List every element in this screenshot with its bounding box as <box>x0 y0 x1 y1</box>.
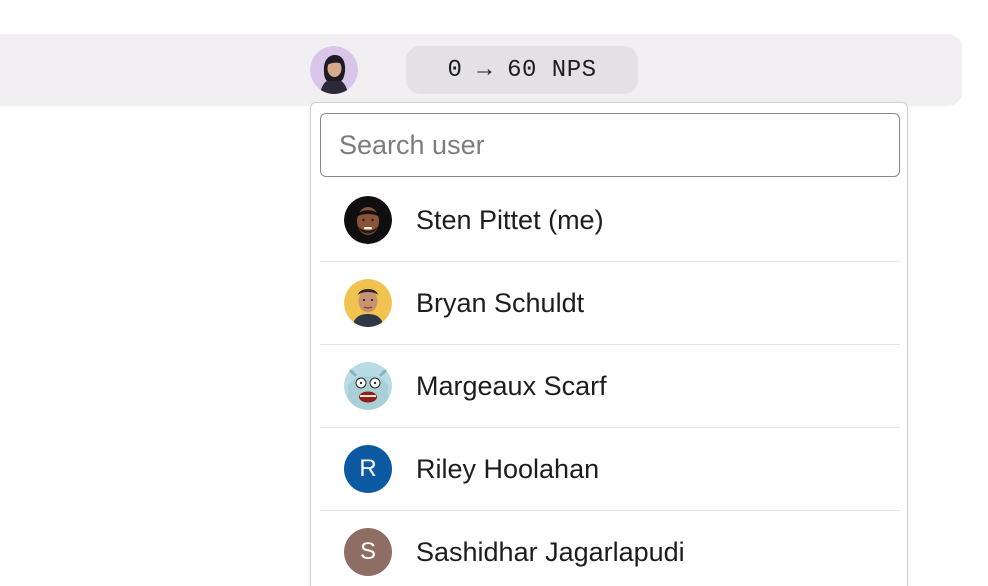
user-photo-avatar-icon <box>310 46 358 94</box>
user-photo-avatar-icon <box>344 362 392 410</box>
avatar-initial: S <box>359 538 376 565</box>
goal-metric-pill[interactable]: 0 → 60 NPS <box>406 46 638 94</box>
user-name: Sten Pittet (me) <box>416 204 604 235</box>
user-name: Sashidhar Jagarlapudi <box>416 536 685 567</box>
user-picker-dropdown: Sten Pittet (me) Bryan Schuldt <box>310 102 908 586</box>
user-option-sashidhar-jagarlapudi[interactable]: S Sashidhar Jagarlapudi <box>320 511 900 586</box>
user-initial-avatar: S <box>344 528 392 576</box>
goal-metric-label: 0 → 60 NPS <box>447 56 597 84</box>
avatar-initial: R <box>359 455 377 482</box>
user-option-riley-hoolahan[interactable]: R Riley Hoolahan <box>320 428 900 511</box>
user-name: Margeaux Scarf <box>416 370 607 401</box>
user-name: Bryan Schuldt <box>416 287 585 318</box>
user-option-sten-pittet[interactable]: Sten Pittet (me) <box>320 179 900 262</box>
user-avatar <box>344 362 392 410</box>
user-option-bryan-schuldt[interactable]: Bryan Schuldt <box>320 262 900 345</box>
user-name: Riley Hoolahan <box>416 453 600 484</box>
user-avatar <box>344 196 392 244</box>
user-photo-avatar-icon <box>344 196 392 244</box>
search-user-input[interactable] <box>320 113 900 177</box>
user-option-margeaux-scarf[interactable]: Margeaux Scarf <box>320 345 900 428</box>
user-initial-avatar: R <box>344 445 392 493</box>
user-avatar <box>344 279 392 327</box>
owner-avatar[interactable] <box>310 46 358 94</box>
okr-goal-screen: 0 → 60 NPS Sten Pittet (me) <box>0 0 988 586</box>
user-photo-avatar-icon <box>344 279 392 327</box>
user-list: Sten Pittet (me) Bryan Schuldt Margeaux … <box>320 179 900 586</box>
